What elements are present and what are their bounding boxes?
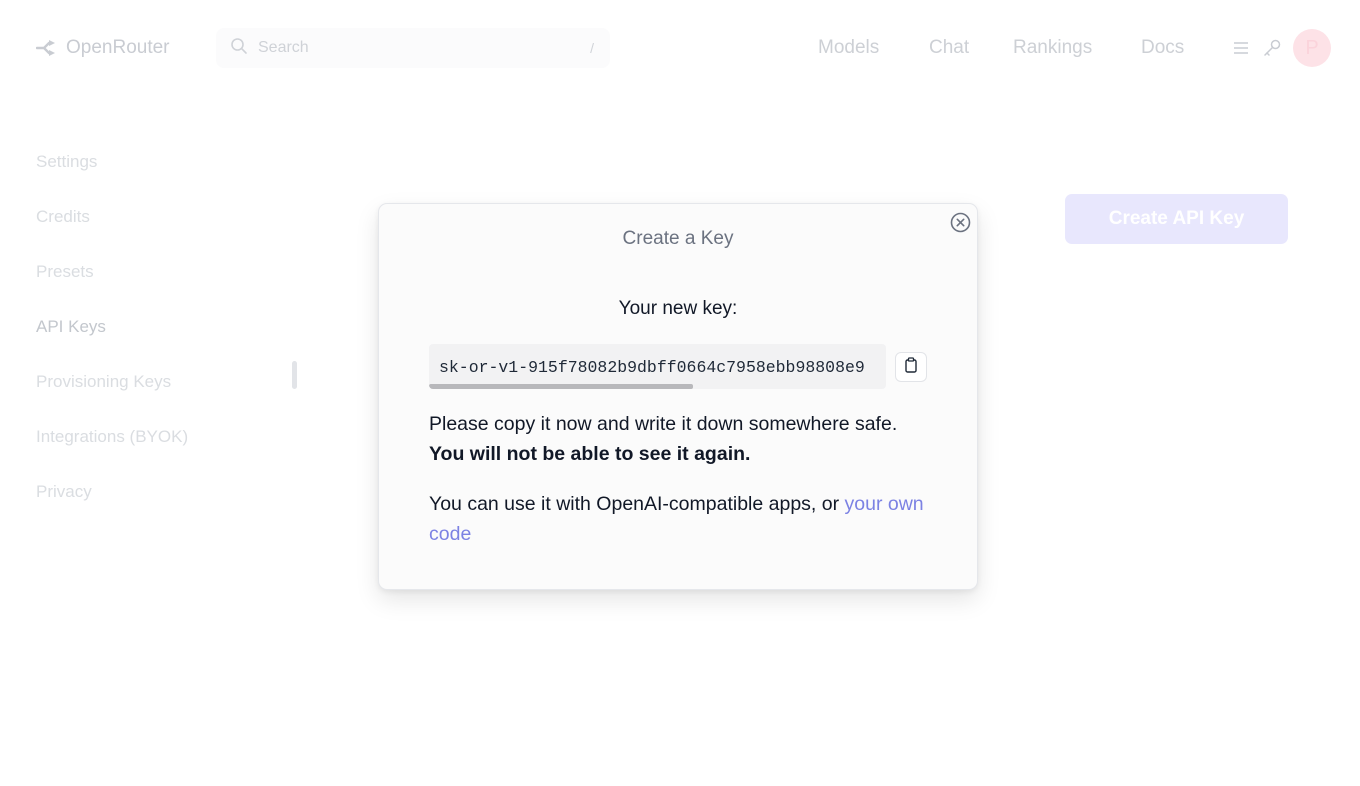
openrouter-logo-icon (36, 40, 56, 56)
logo-link[interactable]: OpenRouter (36, 36, 170, 60)
warning-bold-text: You will not be able to see it again. (429, 443, 751, 465)
avatar-initial: P (1305, 36, 1319, 59)
new-key-label: Your new key: (618, 298, 738, 319)
sidebar-item-api-keys[interactable]: API Keys (36, 316, 106, 338)
user-avatar[interactable]: P (1293, 29, 1331, 67)
search-icon (230, 37, 248, 60)
key-icon[interactable] (1262, 38, 1282, 58)
search-placeholder: Search (258, 39, 309, 56)
nav-rankings[interactable]: Rankings (1013, 36, 1092, 60)
create-key-modal: Create a Key Your new key: sk-or-v1-915f… (378, 203, 978, 590)
usage-text: You can use it with OpenAI-compatible ap… (429, 489, 929, 549)
nav-docs[interactable]: Docs (1141, 36, 1184, 60)
create-api-key-button[interactable]: Create API Key (1065, 194, 1288, 244)
sidebar-scrollbar[interactable] (292, 361, 297, 389)
api-key-field[interactable]: sk-or-v1-915f78082b9dbff0664c7958ebb9880… (429, 344, 886, 389)
clipboard-copy-icon (904, 356, 918, 378)
key-field-scrollbar[interactable] (429, 384, 693, 389)
warning-text: Please copy it now and write it down som… (429, 413, 898, 435)
sidebar-item-integrations[interactable]: Integrations (BYOK) (36, 426, 188, 448)
sidebar-item-settings[interactable]: Settings (36, 151, 97, 173)
top-header: OpenRouter Search / Models Chat Rankings… (0, 0, 1360, 96)
sidebar-item-privacy[interactable]: Privacy (36, 481, 92, 503)
sidebar-item-provisioning-keys[interactable]: Provisioning Keys (36, 371, 171, 393)
logo-text: OpenRouter (66, 37, 170, 58)
copy-warning-text: Please copy it now and write it down som… (429, 409, 929, 469)
hamburger-menu-icon[interactable] (1231, 38, 1251, 58)
modal-title: Create a Key (622, 228, 734, 249)
search-input[interactable]: Search / (216, 28, 610, 68)
api-key-value[interactable]: sk-or-v1-915f78082b9dbff0664c7958ebb9880… (439, 358, 865, 377)
search-shortcut-hint: / (590, 40, 594, 56)
copy-key-button[interactable] (895, 352, 927, 382)
nav-chat[interactable]: Chat (929, 36, 969, 60)
nav-models[interactable]: Models (818, 36, 879, 60)
usage-description: You can use it with OpenAI-compatible ap… (429, 493, 845, 515)
sidebar-item-presets[interactable]: Presets (36, 261, 94, 283)
sidebar-item-credits[interactable]: Credits (36, 206, 90, 228)
